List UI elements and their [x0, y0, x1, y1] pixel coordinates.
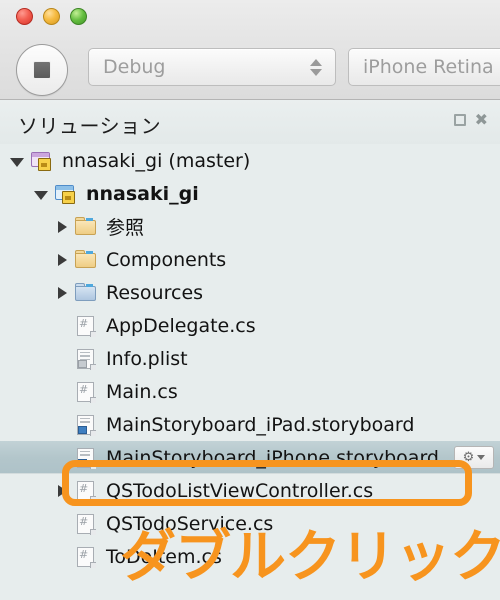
device-select[interactable]: iPhone Retina ( [348, 48, 500, 86]
storyboard-file-icon [74, 446, 98, 470]
close-window-icon[interactable] [16, 8, 33, 25]
tree-row[interactable]: # Main.cs [0, 375, 500, 408]
chevron-right-icon[interactable] [58, 286, 67, 299]
page-title: ソリューション [18, 114, 162, 138]
row-options-button[interactable]: ⚙ [454, 446, 494, 469]
minimize-window-icon[interactable] [43, 8, 60, 25]
tree-row[interactable]: Info.plist [0, 342, 500, 375]
csharp-file-icon: # [74, 380, 98, 404]
tree-row-label: MainStoryboard_iPhone.storyboard [106, 446, 439, 469]
application-window: Debug iPhone Retina ( ソリューション ✖ nnasaki_… [0, 0, 500, 600]
stop-button[interactable] [16, 44, 68, 96]
stepper-up-icon [310, 58, 322, 66]
tree-row[interactable]: nnasaki_gi [0, 177, 500, 210]
chevron-down-icon[interactable] [34, 190, 48, 200]
close-icon[interactable]: ✖ [475, 112, 488, 128]
tree-row[interactable]: # QSTodoListViewController.cs [0, 474, 500, 507]
chevron-right-icon[interactable] [58, 220, 67, 233]
configuration-select[interactable]: Debug [88, 48, 336, 86]
tree-row-label: Info.plist [106, 347, 188, 370]
device-value: iPhone Retina ( [363, 56, 500, 78]
tree-row[interactable]: 参照 [0, 210, 500, 243]
project-icon [54, 182, 78, 206]
tree-row[interactable]: Components [0, 243, 500, 276]
configuration-value: Debug [103, 56, 166, 78]
tree-row-selected[interactable]: MainStoryboard_iPhone.storyboard ⚙ [0, 441, 500, 474]
tree-row[interactable]: # AppDelegate.cs [0, 309, 500, 342]
storyboard-file-icon [74, 413, 98, 437]
tree-row-label: nnasaki_gi [86, 182, 199, 205]
solution-icon [30, 149, 54, 173]
tree-row[interactable]: nnasaki_gi (master) [0, 144, 500, 177]
tree-row-label: Components [106, 248, 227, 271]
tree-row-label: Main.cs [106, 380, 178, 403]
chevron-right-icon[interactable] [58, 484, 67, 497]
tree-row[interactable]: Resources [0, 276, 500, 309]
title-bar: Debug iPhone Retina ( [0, 0, 500, 100]
tree-row-label: AppDelegate.cs [106, 314, 256, 337]
gear-icon: ⚙ [462, 450, 475, 465]
chevron-right-icon[interactable] [58, 253, 67, 266]
csharp-file-icon: # [74, 479, 98, 503]
tree-row-label: MainStoryboard_iPad.storyboard [106, 413, 415, 436]
stepper-down-icon [310, 68, 322, 76]
plist-file-icon [74, 347, 98, 371]
chevron-down-icon[interactable] [10, 157, 24, 167]
folder-blue-icon [74, 281, 98, 305]
folder-tan-icon [74, 248, 98, 272]
annotation-label-text: ダブルクリック [120, 525, 500, 590]
folder-tan-icon [74, 215, 98, 239]
csharp-file-icon: # [74, 545, 98, 569]
tree-row-label: Resources [106, 281, 204, 304]
tree-row-label: nnasaki_gi (master) [62, 149, 251, 172]
stepper-icon[interactable] [303, 58, 329, 76]
csharp-file-icon: # [74, 512, 98, 536]
traffic-lights [16, 8, 87, 25]
solution-tree: nnasaki_gi (master) nnasaki_gi 参照 Component… [0, 144, 500, 573]
tree-row-label: 参照 [106, 217, 145, 239]
annotation-label: ダブルクリック [120, 512, 500, 593]
maximize-window-icon[interactable] [70, 8, 87, 25]
pin-icon[interactable] [453, 114, 466, 126]
tree-row[interactable]: MainStoryboard_iPad.storyboard [0, 408, 500, 441]
solution-panel-header: ソリューション ✖ [0, 100, 500, 144]
stop-icon [33, 61, 51, 79]
panel-header-buttons: ✖ [453, 112, 488, 128]
csharp-file-icon: # [74, 314, 98, 338]
caret-down-icon [477, 455, 486, 460]
tree-row-label: QSTodoListViewController.cs [106, 479, 374, 502]
